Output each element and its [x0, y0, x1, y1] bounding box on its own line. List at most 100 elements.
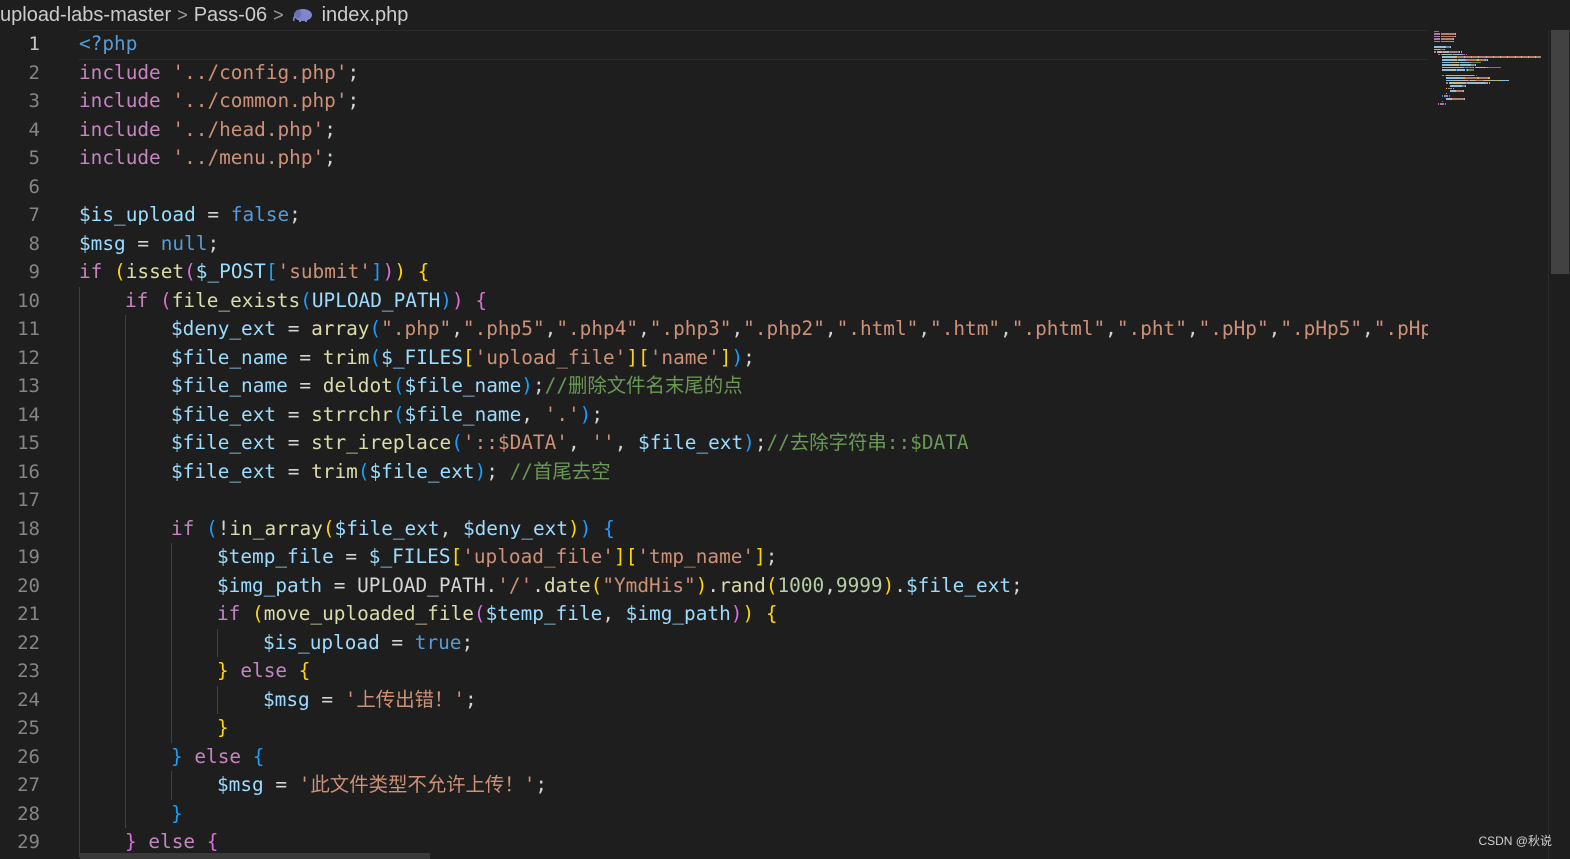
code-token: (: [357, 459, 370, 483]
code-token: {: [417, 260, 430, 283]
code-token: ,: [824, 573, 836, 597]
code-editor[interactable]: 1 <?php 2 include '../config.php'; 3 include …: [0, 30, 1428, 859]
code-token: $is_upload: [263, 630, 380, 654]
code-line[interactable]: 16 $file_ext = trim($file_ext); //首尾去空: [0, 457, 1428, 486]
code-token: ): [568, 516, 580, 540]
indent-guide: [217, 628, 218, 657]
code-token: ,: [824, 317, 837, 340]
line-number: 3: [28, 90, 40, 112]
code-line[interactable]: 3 include '../common.php';: [0, 87, 1428, 116]
code-line[interactable]: 1 <?php: [0, 30, 1428, 60]
code-token: $file_ext: [638, 431, 744, 454]
code-token: (: [392, 402, 405, 426]
code-token: $file_name: [404, 374, 522, 397]
code-line[interactable]: 12 $file_name = trim($_FILES['upload_file…: [0, 343, 1428, 372]
code-line[interactable]: 6: [0, 173, 1428, 202]
code-token: {: [206, 830, 219, 853]
code-text: $temp_file = $_FILES['upload_file']['tmp…: [217, 543, 777, 572]
code-line[interactable]: 27 $msg = '此文件类型不允许上传！';: [0, 771, 1428, 800]
code-token: ".pHp4: [1373, 317, 1428, 340]
code-text: }: [171, 800, 183, 829]
indent-guide: [125, 315, 126, 344]
code-token: "YmdHis": [602, 573, 696, 597]
indent-guide: [171, 771, 172, 800]
code-text: include '../menu.php';: [79, 144, 336, 173]
minimap-line: [1432, 103, 1548, 106]
code-line[interactable]: 7 $is_upload = false;: [0, 201, 1428, 230]
code-line[interactable]: 24 $msg = '上传出错！';: [0, 685, 1428, 714]
indent-guide: [125, 571, 126, 600]
indent-guide: [217, 685, 218, 714]
code-token: =: [263, 773, 299, 796]
php-elephant-icon: [292, 7, 314, 23]
indent-guide: [79, 372, 80, 401]
code-token: .: [485, 573, 498, 597]
indent-guide: [79, 400, 80, 429]
code-line[interactable]: 15 $file_ext = str_ireplace('::$DATA', ''…: [0, 429, 1428, 458]
minimap[interactable]: [1432, 30, 1548, 180]
code-line[interactable]: 22 $is_upload = true;: [0, 628, 1428, 657]
vertical-scrollbar[interactable]: [1548, 30, 1570, 859]
line-number: 10: [17, 289, 40, 312]
code-line[interactable]: 5 include '../menu.php';: [0, 144, 1428, 173]
code-token: ".htm": [930, 317, 1001, 340]
scrollbar-thumb[interactable]: [1551, 30, 1569, 274]
code-line[interactable]: 14 $file_ext = strrchr($file_name, '.');: [0, 400, 1428, 429]
code-token: ): [382, 260, 395, 283]
line-number: 17: [17, 489, 40, 511]
code-token: ,: [1186, 317, 1199, 340]
code-line[interactable]: 21 if (move_uploaded_file($temp_file, $im…: [0, 600, 1428, 629]
code-token: =: [309, 687, 345, 711]
horizontal-scrollbar[interactable]: [80, 853, 430, 859]
indent-guide: [125, 799, 126, 828]
code-line[interactable]: 26} else {: [0, 742, 1428, 771]
code-token: $file_ext: [171, 459, 277, 483]
code-token: $_FILES: [381, 345, 463, 369]
code-line[interactable]: 9 if (isset($_POST['submit'])) {: [0, 258, 1428, 287]
code-line[interactable]: 28}: [0, 799, 1428, 829]
indent-guide: [171, 571, 172, 600]
code-line[interactable]: 11 $deny_ext = array(".php",".php5",".php…: [0, 315, 1428, 344]
code-token: ;: [754, 431, 767, 454]
code-line[interactable]: 4 include '../head.php';: [0, 116, 1428, 145]
code-token: 'upload_file': [462, 545, 614, 568]
line-number: 14: [17, 403, 40, 426]
code-token: //首尾去空: [509, 459, 611, 483]
code-token: isset: [125, 260, 185, 283]
code-line[interactable]: 13 $file_name = deldot($file_name);//删除文件…: [0, 372, 1428, 401]
indent-guide: [125, 514, 126, 543]
code-line[interactable]: 17: [0, 486, 1428, 515]
code-token: {: [298, 659, 311, 682]
code-line[interactable]: 2 include '../config.php';: [0, 59, 1428, 88]
code-token: (: [114, 260, 126, 283]
code-token: include: [79, 146, 161, 169]
code-line[interactable]: 25}: [0, 714, 1428, 743]
code-token: =: [322, 573, 358, 597]
code-line[interactable]: 8 $msg = null;: [0, 230, 1428, 259]
code-token: =: [276, 402, 312, 426]
indent-guide: [79, 742, 80, 771]
indent-guide: [125, 600, 126, 629]
code-token: ".php4": [556, 317, 639, 340]
code-line[interactable]: 10 if (file_exists(UPLOAD_PATH)) {: [0, 286, 1428, 316]
breadcrumb-folder-root[interactable]: upload-labs-master: [0, 4, 171, 27]
code-token: ,: [1000, 317, 1012, 340]
code-token: ".html": [836, 317, 919, 340]
code-token: {: [252, 744, 265, 768]
code-token: ,: [614, 431, 639, 454]
code-line[interactable]: 23} else {: [0, 657, 1428, 686]
code-text: if (file_exists(UPLOAD_PATH)) {: [125, 287, 487, 316]
code-line[interactable]: 18 if (!in_array($file_ext, $deny_ext)) {: [0, 514, 1428, 543]
indent-guide: [79, 343, 80, 372]
code-token: else: [240, 659, 288, 682]
line-number: 12: [17, 346, 40, 369]
code-token: ,: [521, 402, 545, 426]
code-line[interactable]: 19 $temp_file = $_FILES['upload_file']['t…: [0, 543, 1428, 572]
breadcrumb-folder-pass[interactable]: Pass-06: [194, 4, 267, 27]
breadcrumb-file[interactable]: index.php: [322, 4, 409, 27]
code-token: ): [394, 260, 406, 283]
code-line[interactable]: 20 $img_path = UPLOAD_PATH.'/'.date("YmdH…: [0, 571, 1428, 600]
